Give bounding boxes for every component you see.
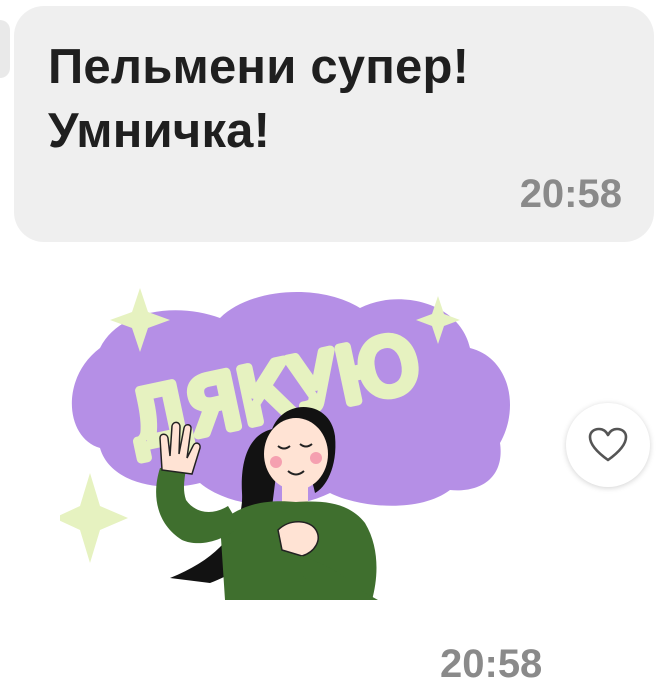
sticker-chest-hand <box>277 521 319 557</box>
sticker-timestamp: 20:58 <box>440 642 543 686</box>
sticker-cheek-right <box>310 452 322 464</box>
chat-area[interactable]: Пельмени супер! Умничка! 20:58 ДЯКУЮ 20:… <box>0 0 663 699</box>
sparkle-bottom-left <box>60 473 128 563</box>
message-timestamp: 20:58 <box>519 172 622 216</box>
message-line-1: Пельмени супер! <box>48 40 470 94</box>
sticker-cheek-left <box>270 456 282 468</box>
like-button[interactable] <box>566 403 650 487</box>
message-line-2: Умничка! <box>48 104 271 158</box>
sticker-illustration: ДЯКУЮ <box>60 288 511 600</box>
message-text: Пельмени супер! Умничка! <box>48 35 638 163</box>
thank-you-sticker[interactable]: ДЯКУЮ <box>60 278 520 608</box>
heart-outline-icon <box>588 427 628 462</box>
incoming-message-bubble[interactable]: Пельмени супер! Умничка! 20:58 <box>14 6 654 242</box>
bubble-tail <box>0 20 10 78</box>
